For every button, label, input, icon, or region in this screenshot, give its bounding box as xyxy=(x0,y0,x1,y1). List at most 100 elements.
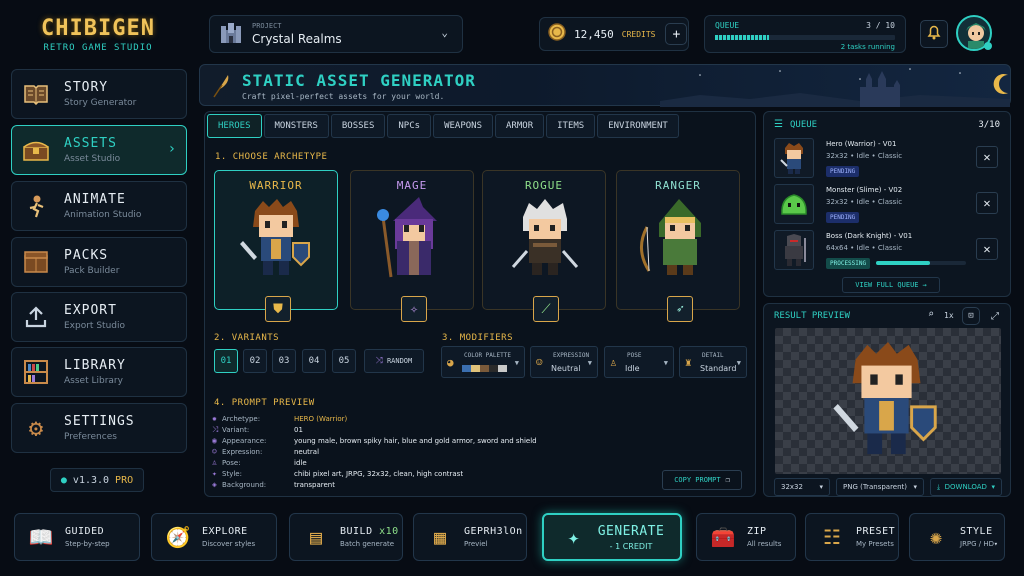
page-subtitle: Craft pixel-perfect assets for your worl… xyxy=(242,92,445,101)
fit-view-button[interactable]: ⊡ xyxy=(962,307,980,325)
sidebar-item-assets[interactable]: ASSETS Asset Studio › xyxy=(11,125,187,175)
variant-05-button[interactable]: 05 xyxy=(332,349,356,373)
copy-prompt-label: COPY PROMPT xyxy=(674,476,721,484)
queue-item[interactable]: Monster (Slime) - V02 32x32 • Idle • Cla… xyxy=(774,184,1002,226)
explore-sub: Discover styles xyxy=(202,540,256,548)
crate-icon xyxy=(22,248,50,276)
sidebar-item-packs[interactable]: PACKS Pack Builder xyxy=(11,237,187,287)
castle-skyline-decoration xyxy=(660,68,1010,107)
sidebar-item-library[interactable]: LIBRARY Asset Library xyxy=(11,347,187,397)
remove-queue-item-button[interactable]: ✕ xyxy=(976,146,998,168)
guided-button[interactable]: 📖 GUIDED Step-by-step xyxy=(14,513,140,561)
sidebar-item-settings[interactable]: ⚙ SETTINGS Preferences xyxy=(11,403,187,453)
tab-environment[interactable]: ENVIRONMENT xyxy=(597,114,679,138)
variant-01-button[interactable]: 01 xyxy=(214,349,238,373)
tab-items[interactable]: ITEMS xyxy=(546,114,596,138)
prompt-value: idle xyxy=(294,458,307,467)
random-variant-button[interactable]: ⤨ RANDOM xyxy=(364,349,424,373)
archetype-warrior[interactable]: WARRIOR ⛊ xyxy=(214,170,338,322)
queue-item[interactable]: Hero (Warrior) - V01 32x32 • Idle • Clas… xyxy=(774,138,1002,180)
build-batch-button[interactable]: ▤ BUILD x10 Batch generate xyxy=(289,513,403,561)
archetype-mage[interactable]: MAGE ✧ xyxy=(350,170,474,322)
fullscreen-button[interactable]: ⤢ xyxy=(986,307,1004,325)
archetype-rogue[interactable]: ROGUE ⟋ xyxy=(482,170,606,322)
copy-prompt-button[interactable]: COPY PROMPT ❐ xyxy=(662,470,742,490)
view-full-queue-button[interactable]: VIEW FULL QUEUE → xyxy=(842,277,940,293)
explore-button[interactable]: 🧭 EXPLORE Discover styles xyxy=(151,513,277,561)
prompt-value: 01 xyxy=(294,426,303,434)
add-credits-button[interactable]: + xyxy=(665,23,688,45)
sidebar-item-label: PACKS xyxy=(64,248,109,263)
style-button[interactable]: ✺ STYLE JRPG / HD ▾ xyxy=(909,513,1005,561)
chevron-down-icon: ⌄ xyxy=(441,26,448,39)
preview-generation-button[interactable]: ▦ GEPRH3lOn Previel xyxy=(413,513,527,561)
archetype-ranger[interactable]: RANGER ➶ xyxy=(616,170,740,322)
download-label: DOWNLOAD xyxy=(944,483,987,491)
palette-swatches xyxy=(462,365,507,372)
preset-button[interactable]: ☷ PRESET My Presets xyxy=(805,513,899,561)
queue-tasks-running: 2 tasks running xyxy=(840,43,895,51)
pose-select[interactable]: ♙ POSE Idle ▼ xyxy=(604,346,674,378)
remove-queue-item-button[interactable]: ✕ xyxy=(976,192,998,214)
tab-monsters[interactable]: MONSTERS xyxy=(263,114,329,138)
rogue-sprite xyxy=(511,199,579,275)
preview-generation-sub: Previel xyxy=(464,540,488,548)
preview-generation-label: GEPRH3lOn xyxy=(464,526,523,537)
category-tabs: HEROES MONSTERS BOSSES NPCs WEAPONS ARMO… xyxy=(207,114,679,138)
sidebar-item-animate[interactable]: ANIMATE Animation Studio xyxy=(11,181,187,231)
project-selector[interactable]: PROJECT Crystal Realms ⌄ xyxy=(209,15,463,53)
credits-label: CREDITS xyxy=(621,29,656,39)
close-icon: ✕ xyxy=(983,196,991,210)
detail-select[interactable]: ♜ DETAIL Standard ▼ xyxy=(679,346,747,378)
sidebar-item-sub: Story Generator xyxy=(64,98,137,108)
variant-03-button[interactable]: 03 xyxy=(272,349,296,373)
prompt-row-style: ✦ Style: chibi pixel art, JRPG, 32x32, cle… xyxy=(212,469,463,478)
sliders-icon: ☷ xyxy=(823,525,841,549)
chevron-down-icon: ▼ xyxy=(663,359,668,367)
expression-select[interactable]: ☺ EXPRESSION Neutral ▼ xyxy=(530,346,598,378)
result-format-select[interactable]: PNG (Transparent) ▾ xyxy=(836,478,924,496)
queue-item-title: Hero (Warrior) - V01 xyxy=(826,140,897,148)
archetype-name: WARRIOR xyxy=(249,179,303,192)
tab-armor[interactable]: ARMOR xyxy=(495,114,545,138)
result-size-select[interactable]: 32x32 ▾ xyxy=(774,478,830,496)
color-palette-select[interactable]: ◕ COLOR PALETTE ▼ xyxy=(441,346,525,378)
focus-icon: ⊡ xyxy=(968,311,974,321)
zip-button[interactable]: 🧰 ZIP All results xyxy=(696,513,796,561)
chevron-down-icon: ▼ xyxy=(514,359,519,367)
queue-status[interactable]: QUEUE 3 / 10 2 tasks running xyxy=(704,15,906,53)
sidebar-item-export[interactable]: EXPORT Export Studio xyxy=(11,292,187,342)
generate-button[interactable]: ✦ GENERATE - 1 CREDIT xyxy=(542,513,682,561)
queue-thumbnail xyxy=(774,138,814,178)
tab-bosses[interactable]: BOSSES xyxy=(330,114,386,138)
sidebar-item-label: EXPORT xyxy=(64,303,117,318)
prompt-key: Variant: xyxy=(222,426,250,434)
shirt-icon: ♜ xyxy=(685,356,692,369)
chevron-down-icon: ▾ xyxy=(913,483,917,491)
queue-item[interactable]: Boss (Dark Knight) - V01 64x64 • Idle • … xyxy=(774,230,1002,272)
logo-title: CHIBIGEN xyxy=(41,16,155,41)
tab-weapons[interactable]: WEAPONS xyxy=(433,114,494,138)
download-button[interactable]: ⤓ DOWNLOAD ▾ xyxy=(930,478,1002,496)
palette-swatch xyxy=(471,365,480,372)
archetype-name: MAGE xyxy=(396,179,428,192)
chevron-down-icon: ▾ xyxy=(993,540,998,548)
queue-item-title: Boss (Dark Knight) - V01 xyxy=(826,232,913,240)
sidebar-item-story[interactable]: STORY Story Generator xyxy=(11,69,187,119)
quill-icon xyxy=(210,73,232,103)
app-logo: CHIBIGEN RETRO GAME STUDIO xyxy=(8,6,188,62)
online-status-icon xyxy=(984,42,992,50)
explore-label: EXPLORE xyxy=(202,526,248,537)
prompt-row-archetype: ✹ Archetype: HERO (Warrior) xyxy=(212,414,347,423)
variant-02-button[interactable]: 02 xyxy=(243,349,267,373)
tab-npcs[interactable]: NPCs xyxy=(387,114,432,138)
zoom-icon[interactable]: ⌕ xyxy=(928,309,934,320)
variant-04-button[interactable]: 04 xyxy=(302,349,326,373)
chevron-down-icon: ▼ xyxy=(736,359,741,367)
sidebar-item-label: ANIMATE xyxy=(64,192,126,207)
view-full-queue-label: VIEW FULL QUEUE xyxy=(855,281,919,289)
remove-queue-item-button[interactable]: ✕ xyxy=(976,238,998,260)
notifications-button[interactable] xyxy=(920,20,948,48)
result-format-value: PNG (Transparent) xyxy=(843,483,908,491)
tab-heroes[interactable]: HEROES xyxy=(207,114,262,138)
